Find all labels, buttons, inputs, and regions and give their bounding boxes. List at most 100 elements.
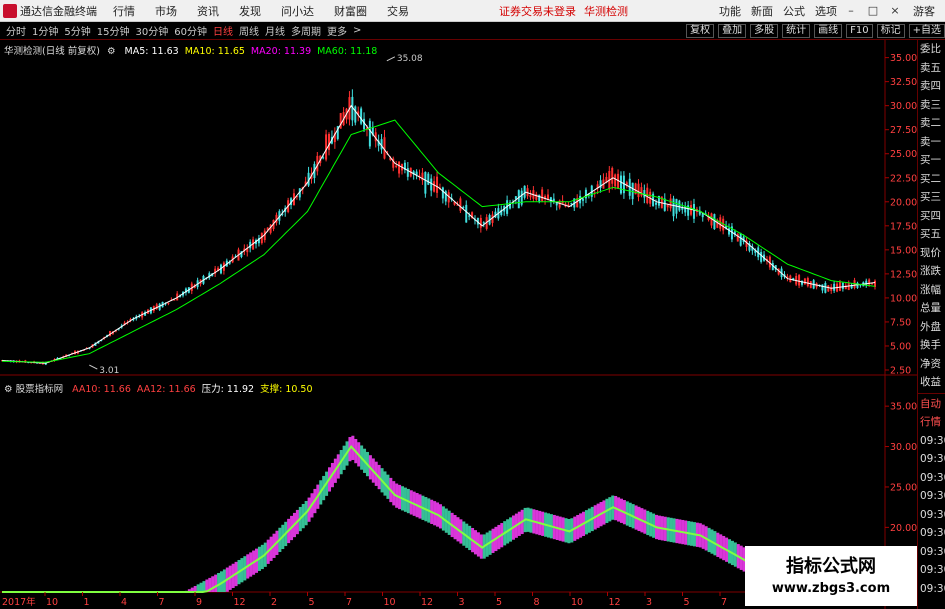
close-icon[interactable]: ×: [887, 0, 903, 22]
y-tick-label: 5.00: [890, 341, 911, 352]
candle-body: [523, 185, 526, 198]
f10-button[interactable]: F10: [846, 24, 873, 38]
candle-body: [462, 206, 465, 209]
trading-terminal-window: 通达信金融终端 行情 市场 资讯 发现 问小达 财富圈 交易 证券交易未登录 华…: [0, 0, 945, 609]
candle-body: [360, 108, 363, 124]
side-item: 净资: [920, 357, 941, 370]
candle-body: [611, 167, 614, 184]
x-tick-label: 8: [534, 597, 540, 608]
y-tick-label: 32.50: [890, 77, 917, 88]
maximize-icon[interactable]: □: [865, 0, 881, 22]
period-weekly[interactable]: 周线: [239, 23, 259, 38]
side-item: 买一: [920, 154, 941, 166]
menu-discover[interactable]: 发现: [239, 3, 261, 19]
menu-trade[interactable]: 交易: [387, 3, 409, 19]
settings-icon[interactable]: ⚙: [4, 384, 13, 395]
side-item: 09:30: [920, 434, 945, 447]
candle-body: [322, 157, 325, 159]
candle-body: [809, 281, 812, 289]
candle-body: [637, 183, 640, 198]
side-item: 涨幅: [920, 283, 941, 296]
candle-body: [847, 283, 850, 291]
period-5min[interactable]: 5分钟: [64, 23, 90, 38]
low-marker: [89, 364, 98, 370]
candle-body: [655, 202, 658, 205]
menu-ask[interactable]: 问小达: [281, 3, 314, 19]
side-item: 卖三: [920, 98, 941, 111]
menu-market[interactable]: 市场: [155, 3, 177, 19]
menubar-right: 功能 新面 公式 选项 – □ × 游客: [709, 0, 945, 22]
candle-body: [806, 278, 809, 287]
side-item: 09:30: [920, 471, 945, 484]
candle-body: [619, 175, 622, 194]
ma-label: MA20: 11.39: [250, 46, 312, 57]
ma-label: MA10: 11.65: [184, 46, 245, 57]
x-tick-label: 9: [196, 597, 202, 608]
period-more[interactable]: 更多: [327, 23, 347, 38]
settings-icon[interactable]: ⚙: [107, 46, 116, 57]
overlay-button[interactable]: 叠加: [718, 24, 747, 38]
candle-body: [325, 134, 328, 160]
app-title: 通达信金融终端: [20, 4, 97, 18]
candle-body: [368, 120, 371, 147]
y-tick-label: 12.50: [890, 269, 917, 280]
menu-wealth-circle[interactable]: 财富圈: [334, 3, 367, 19]
minimize-icon[interactable]: –: [843, 0, 859, 22]
candle-body: [430, 178, 433, 191]
menu-new-page[interactable]: 新面: [751, 3, 773, 19]
menu-market-quotes[interactable]: 行情: [113, 3, 135, 19]
period-1min[interactable]: 1分钟: [32, 23, 58, 38]
candle-body: [614, 174, 617, 187]
login-notice[interactable]: 证券交易未登录: [499, 3, 576, 19]
candle-body: [529, 194, 532, 198]
candle-body: [465, 204, 468, 223]
x-tick-label: 5: [496, 597, 502, 608]
side-item: 买五: [920, 228, 941, 240]
candle-body: [736, 233, 739, 242]
period-30min[interactable]: 30分钟: [135, 23, 168, 38]
y-tick-label: 10.00: [890, 293, 917, 304]
indicator-header: ⚙ 股票指标网 AA10: 11.66 AA12: 11.66 压力: 11.92 支…: [4, 381, 313, 395]
mark-button[interactable]: 标记: [876, 24, 905, 38]
period-60min[interactable]: 60分钟: [174, 23, 207, 38]
main-chart-header: 华测检测(日线 前复权) ⚙ MA5: 11.63 MA10: 11.65 MA20…: [4, 43, 377, 57]
indicator-bar: [196, 584, 200, 592]
y-tick-label: 27.50: [890, 125, 917, 136]
adjust-button[interactable]: 复权: [686, 24, 715, 38]
side-item: 09:30: [920, 490, 945, 502]
side-item: 自动: [920, 397, 941, 410]
menu-news[interactable]: 资讯: [197, 3, 219, 19]
x-tick-label: 3: [459, 597, 465, 608]
menu-functions[interactable]: 功能: [719, 3, 741, 19]
candle-body: [468, 215, 471, 217]
x-tick-label: 3: [646, 597, 652, 608]
chevron-right-icon[interactable]: >: [353, 25, 361, 36]
price-chart[interactable]: 35.0032.5030.0027.5025.0022.5020.0017.50…: [0, 40, 917, 609]
candle-body: [354, 106, 357, 123]
statistics-button[interactable]: 统计: [782, 24, 811, 38]
indicator-tick-label: 30.00: [890, 442, 917, 453]
period-multi[interactable]: 多周期: [291, 23, 321, 38]
side-item: 卖二: [920, 117, 941, 129]
multi-stock-button[interactable]: 多股: [750, 24, 779, 38]
menu-formula[interactable]: 公式: [783, 3, 805, 19]
period-15min[interactable]: 15分钟: [97, 23, 130, 38]
period-monthly[interactable]: 月线: [265, 23, 285, 38]
high-marker: [386, 56, 396, 62]
candle-body: [479, 217, 482, 228]
period-daily[interactable]: 日线: [213, 23, 233, 38]
indicator-tick-label: 25.00: [890, 482, 917, 493]
candle-body: [395, 165, 398, 168]
x-tick-label: 10: [384, 597, 396, 608]
x-tick-label: 12: [234, 597, 246, 608]
guest-label[interactable]: 游客: [913, 3, 935, 19]
side-item: 09:30: [920, 545, 945, 558]
draw-line-button[interactable]: 画线: [814, 24, 843, 38]
menu-options[interactable]: 选项: [815, 3, 837, 19]
current-stock-name: 华测检测: [584, 4, 628, 18]
side-item: 卖一: [920, 135, 941, 148]
period-timeshare[interactable]: 分时: [6, 23, 26, 38]
y-tick-label: 20.00: [890, 197, 917, 208]
add-watchlist-button[interactable]: +自选: [908, 24, 945, 38]
y-tick-label: 15.00: [890, 245, 917, 256]
